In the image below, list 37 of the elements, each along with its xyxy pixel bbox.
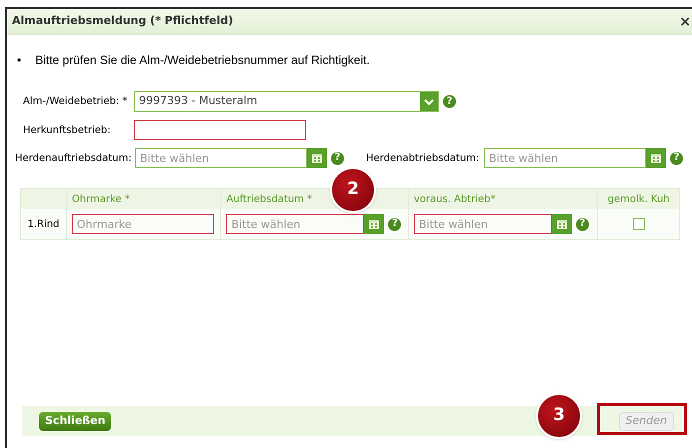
field-label: Alm-/Weidebetrieb: * (23, 95, 128, 109)
calendar-icon (368, 218, 380, 230)
column-header: Auftriebsdatum * (226, 192, 312, 206)
calendar-button[interactable] (552, 214, 572, 234)
column-header: voraus. Abtrieb* (414, 192, 496, 206)
field-label: Herkunftsbetrieb: (23, 124, 112, 138)
select-value: 9997393 - Musteralm (138, 93, 258, 110)
bullet: • (17, 52, 22, 69)
checkbox[interactable] (632, 218, 645, 230)
date-field[interactable]: Bitte wählen (484, 148, 646, 168)
field-label: Herdenauftriebsdatum: (15, 152, 133, 166)
close-button[interactable]: × (679, 14, 691, 28)
help-icon[interactable]: ? (670, 152, 683, 164)
field-label: Herdenabtriebsdatum: (366, 152, 480, 166)
calendar-button[interactable] (307, 148, 327, 168)
help-icon[interactable]: ? (388, 218, 402, 230)
column-header: gemolk. Kuh (608, 192, 670, 206)
help-icon[interactable]: ? (443, 95, 456, 108)
calendar-icon (311, 152, 323, 164)
calendar-button[interactable] (364, 214, 384, 234)
help-icon[interactable]: ? (331, 152, 344, 164)
row-label: 1.Rind (27, 218, 60, 232)
help-icon[interactable]: ? (576, 218, 589, 230)
date-field[interactable]: Bitte wählen (414, 214, 552, 234)
date-field[interactable]: Bitte wählen (226, 214, 364, 234)
calendar-icon (650, 152, 662, 164)
window-title: Almauftriebsmeldung (* Pflichtfeld) (12, 13, 234, 30)
calendar-icon (556, 218, 568, 230)
calendar-button[interactable] (646, 148, 666, 168)
date-field[interactable]: Bitte wählen (135, 148, 307, 168)
close-dialog-button[interactable]: Schließen (39, 412, 112, 430)
column-header: Ohrmarke * (72, 192, 130, 206)
chevron-down-icon (424, 98, 434, 106)
text-field[interactable]: Ohrmarke (72, 214, 214, 234)
notice-text: Bitte prüfen Sie die Alm-/Weidebetriebsnummer auf Richtigkeit. (35, 52, 370, 69)
text-field[interactable] (134, 120, 306, 140)
select-field[interactable]: 9997393 - Musteralm (134, 91, 439, 112)
